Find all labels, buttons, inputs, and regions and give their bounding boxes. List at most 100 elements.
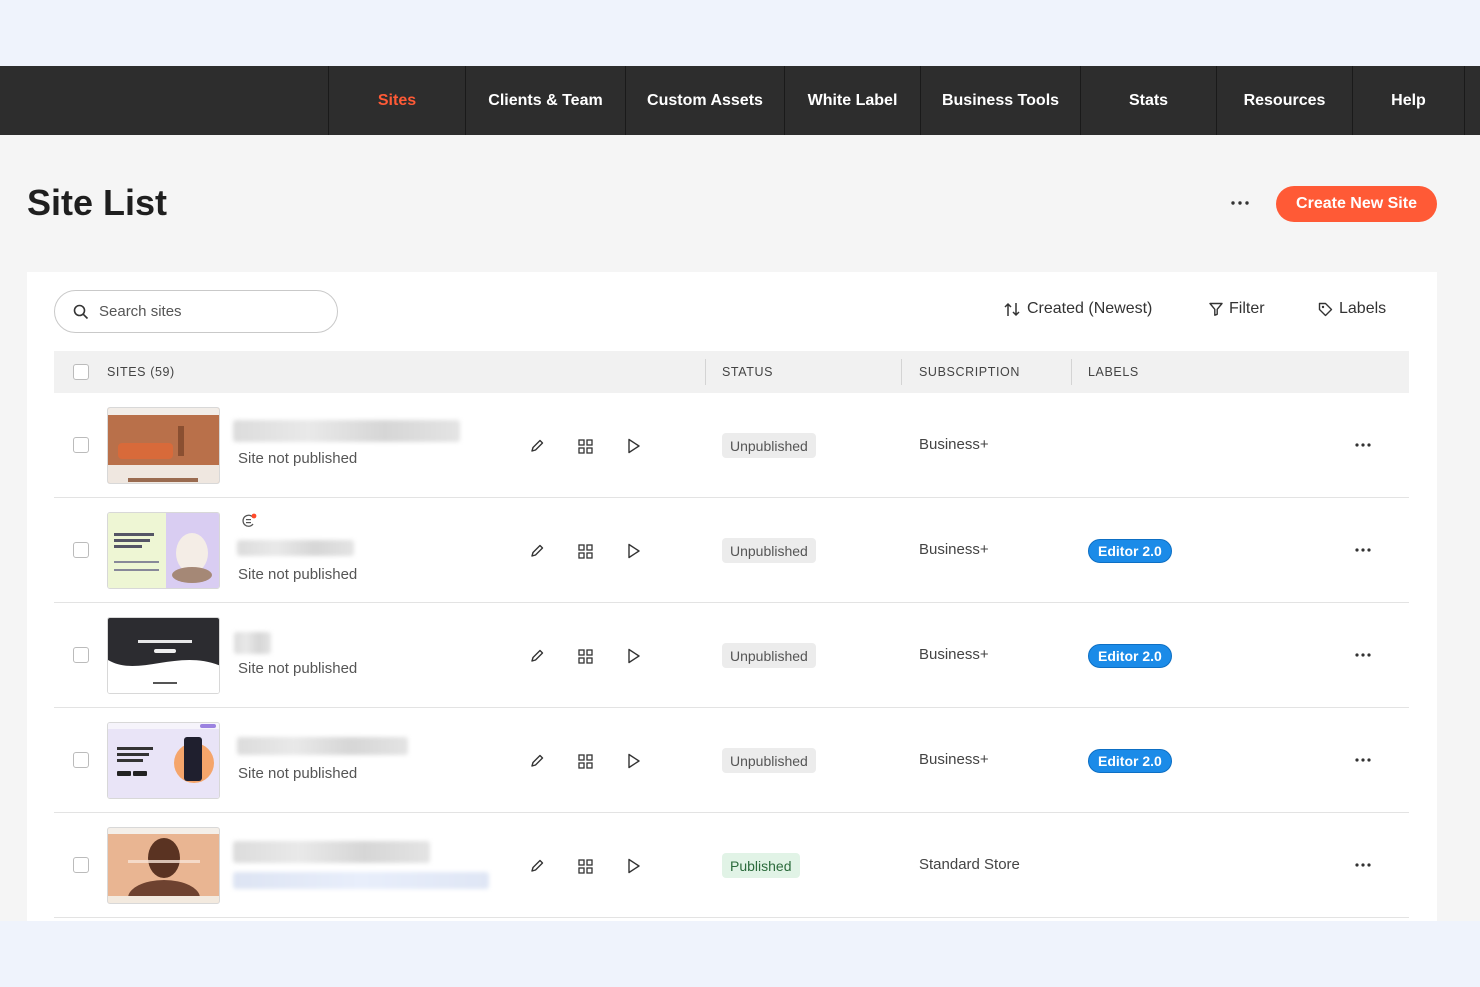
site-url-redacted — [233, 872, 489, 889]
table-header: SITES (59) STATUS SUBSCRIPTION LABELS — [54, 351, 1409, 393]
row-checkbox[interactable] — [73, 647, 89, 663]
edit-icon[interactable] — [527, 436, 547, 456]
subscription-text: Business+ — [919, 541, 989, 558]
more-horizontal-icon — [1355, 758, 1371, 762]
more-horizontal-icon — [1355, 443, 1371, 447]
labels-label: Labels — [1339, 300, 1387, 317]
row-more-button[interactable] — [1350, 645, 1376, 665]
column-divider — [901, 359, 902, 385]
dashboard-icon[interactable] — [575, 751, 595, 771]
filter-label: Filter — [1229, 300, 1265, 317]
edit-icon[interactable] — [527, 856, 547, 876]
nav-item-clients-team[interactable]: Clients & Team — [465, 66, 625, 135]
site-status-text: Site not published — [238, 450, 358, 467]
dashboard-icon[interactable] — [575, 856, 595, 876]
site-thumbnail[interactable] — [107, 512, 220, 589]
subscription-text: Business+ — [919, 646, 989, 663]
label-pill[interactable]: Editor 2.0 — [1088, 749, 1172, 773]
table-row[interactable]: Site not published Unpublished Business+ — [54, 393, 1409, 498]
row-checkbox[interactable] — [73, 752, 89, 768]
play-icon[interactable] — [624, 751, 644, 771]
row-checkbox[interactable] — [73, 437, 89, 453]
row-more-button[interactable] — [1350, 750, 1376, 770]
column-header-sites[interactable]: SITES (59) — [107, 351, 175, 393]
status-badge: Unpublished — [722, 643, 816, 668]
site-name-redacted — [234, 632, 271, 654]
site-thumbnail[interactable] — [107, 617, 220, 694]
dashboard-icon[interactable] — [575, 541, 595, 561]
sort-label: Created (Newest) — [1027, 300, 1153, 317]
site-thumbnail[interactable] — [107, 407, 220, 484]
column-header-labels[interactable]: LABELS — [1088, 351, 1139, 393]
column-divider — [705, 359, 706, 385]
nav-item-help[interactable]: Help — [1352, 66, 1464, 135]
site-status-text: Site not published — [238, 660, 358, 677]
table-row[interactable]: Site not published Unpublished Business+… — [54, 603, 1409, 708]
tag-icon — [1318, 302, 1333, 316]
site-name-redacted — [233, 420, 460, 442]
status-badge: Unpublished — [722, 748, 816, 773]
nav-item-custom-assets[interactable]: Custom Assets — [625, 66, 784, 135]
nav-item-sites[interactable]: Sites — [328, 66, 465, 135]
column-header-status[interactable]: STATUS — [722, 351, 773, 393]
status-badge: Unpublished — [722, 433, 816, 458]
nav-item-stats[interactable]: Stats — [1080, 66, 1216, 135]
nav-item-business-tools[interactable]: Business Tools — [920, 66, 1080, 135]
table-row[interactable]: Site not published Unpublished Business+… — [54, 498, 1409, 603]
site-status-text: Site not published — [238, 566, 358, 583]
nav-divider — [1464, 66, 1465, 135]
more-horizontal-icon — [1355, 863, 1371, 867]
table-row[interactable]: Published Standard Store — [54, 813, 1409, 918]
label-pill[interactable]: Editor 2.0 — [1088, 644, 1172, 668]
status-badge: Unpublished — [722, 538, 816, 563]
dashboard-icon[interactable] — [575, 436, 595, 456]
site-status-text: Site not published — [238, 765, 358, 782]
edit-icon[interactable] — [527, 541, 547, 561]
dashboard-icon[interactable] — [575, 646, 595, 666]
play-icon[interactable] — [624, 646, 644, 666]
create-new-site-button[interactable]: Create New Site — [1276, 186, 1437, 222]
label-pill[interactable]: Editor 2.0 — [1088, 539, 1172, 563]
subscription-text: Standard Store — [919, 856, 1020, 873]
subscription-text: Business+ — [919, 751, 989, 768]
site-name-redacted — [237, 540, 354, 556]
row-more-button[interactable] — [1350, 855, 1376, 875]
labels-pending-icon — [241, 513, 257, 534]
subscription-text: Business+ — [919, 436, 989, 453]
top-nav: Sites Clients & Team Custom Assets White… — [0, 66, 1480, 135]
sort-button[interactable]: Created (Newest) — [1004, 300, 1152, 318]
row-more-button[interactable] — [1350, 540, 1376, 560]
row-more-button[interactable] — [1350, 435, 1376, 455]
app-frame: Sites Clients & Team Custom Assets White… — [0, 66, 1480, 921]
site-name-redacted — [237, 737, 408, 755]
select-all-checkbox[interactable] — [73, 364, 89, 380]
play-icon[interactable] — [624, 856, 644, 876]
row-checkbox[interactable] — [73, 857, 89, 873]
more-horizontal-icon — [1355, 653, 1371, 657]
nav-item-resources[interactable]: Resources — [1216, 66, 1352, 135]
more-actions-button[interactable] — [1222, 189, 1258, 217]
site-thumbnail[interactable] — [107, 827, 220, 904]
search-icon — [73, 304, 89, 319]
filter-icon — [1209, 302, 1223, 316]
page-title: Site List — [27, 182, 168, 223]
labels-button[interactable]: Labels — [1318, 300, 1386, 318]
table-row[interactable]: Site not published Unpublished Business+… — [54, 708, 1409, 813]
row-checkbox[interactable] — [73, 542, 89, 558]
filter-button[interactable]: Filter — [1209, 300, 1265, 318]
search-box[interactable] — [54, 290, 338, 333]
site-thumbnail[interactable] — [107, 722, 220, 799]
play-icon[interactable] — [624, 541, 644, 561]
edit-icon[interactable] — [527, 646, 547, 666]
edit-icon[interactable] — [527, 751, 547, 771]
nav-item-white-label[interactable]: White Label — [784, 66, 920, 135]
column-header-subscription[interactable]: SUBSCRIPTION — [919, 351, 1020, 393]
more-horizontal-icon — [1355, 548, 1371, 552]
column-divider — [1071, 359, 1072, 385]
sort-icon — [1004, 302, 1020, 316]
play-icon[interactable] — [624, 436, 644, 456]
more-horizontal-icon — [1231, 201, 1249, 205]
site-list-card: Created (Newest) Filter Labels SITES (59… — [27, 272, 1437, 921]
search-input[interactable] — [99, 303, 299, 320]
status-badge: Published — [722, 853, 800, 878]
